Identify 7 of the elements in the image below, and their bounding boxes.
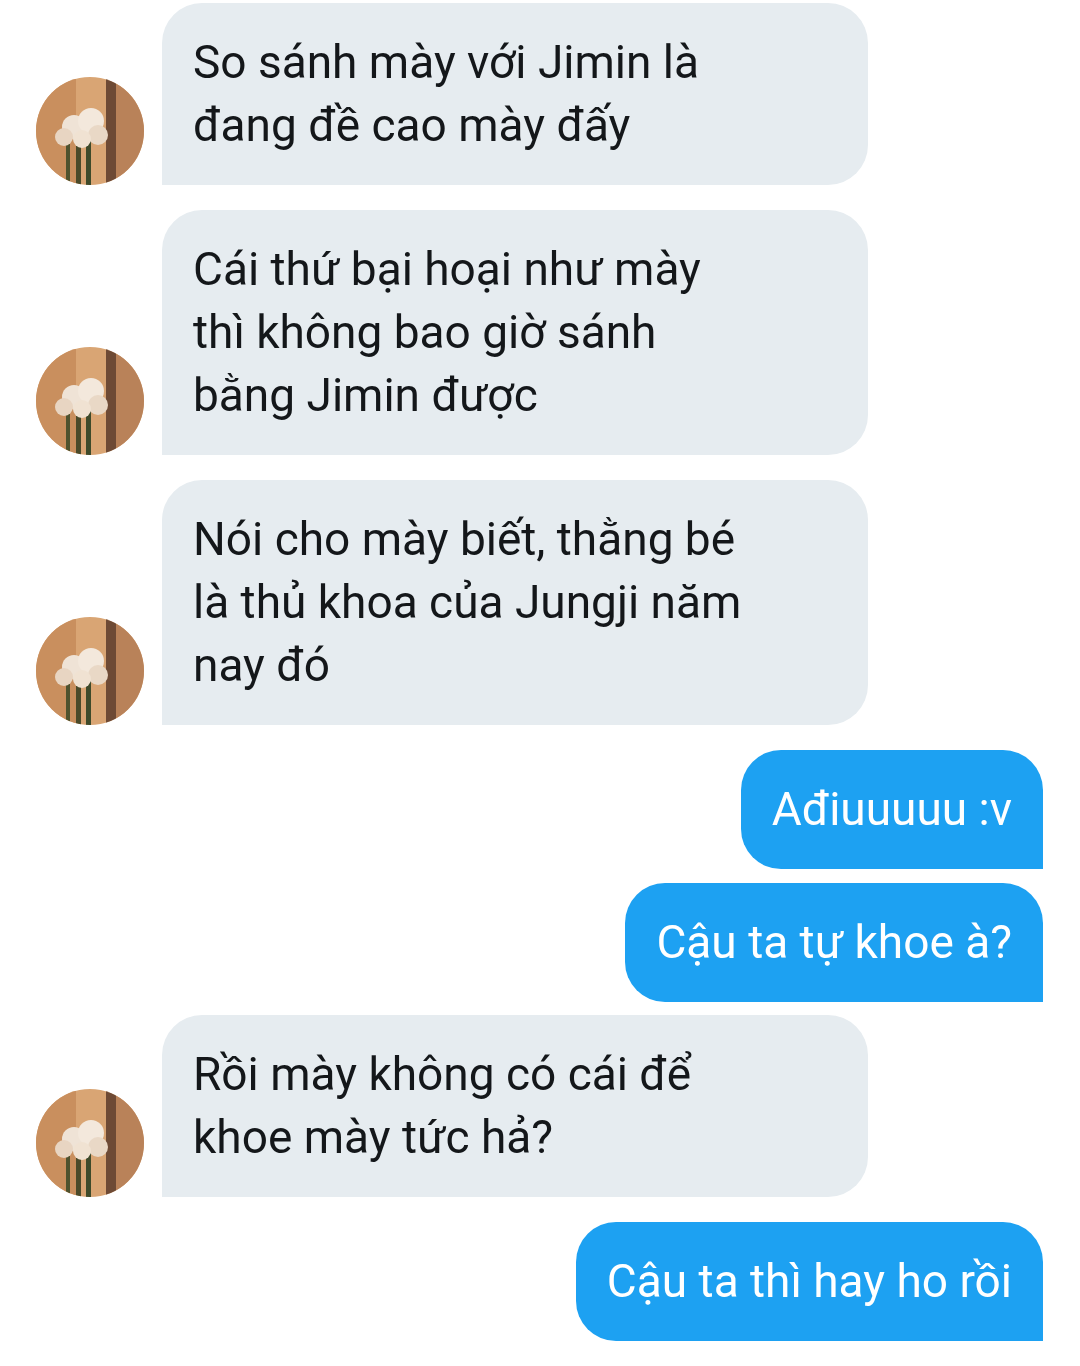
message-bubble: Nói cho mày biết, thằng bé là thủ khoa của Jungji năm nay đó (162, 480, 868, 725)
message-bubble: Rồi mày không có cái để khoe mày tức hả? (162, 1015, 868, 1197)
message-bubble: Cậu ta tự khoe à? (625, 883, 1043, 1002)
message-bubble: Cậu ta thì hay ho rồi (575, 1222, 1043, 1341)
message-bubble: Cái thứ bại hoại như mày thì không bao giờ sánh bằng Jimin được (162, 210, 868, 455)
message-bubble: So sánh mày với Jimin là đang đề cao mày đấy (162, 3, 868, 185)
message-bubble: Ađiuuuuu :v (740, 750, 1043, 869)
